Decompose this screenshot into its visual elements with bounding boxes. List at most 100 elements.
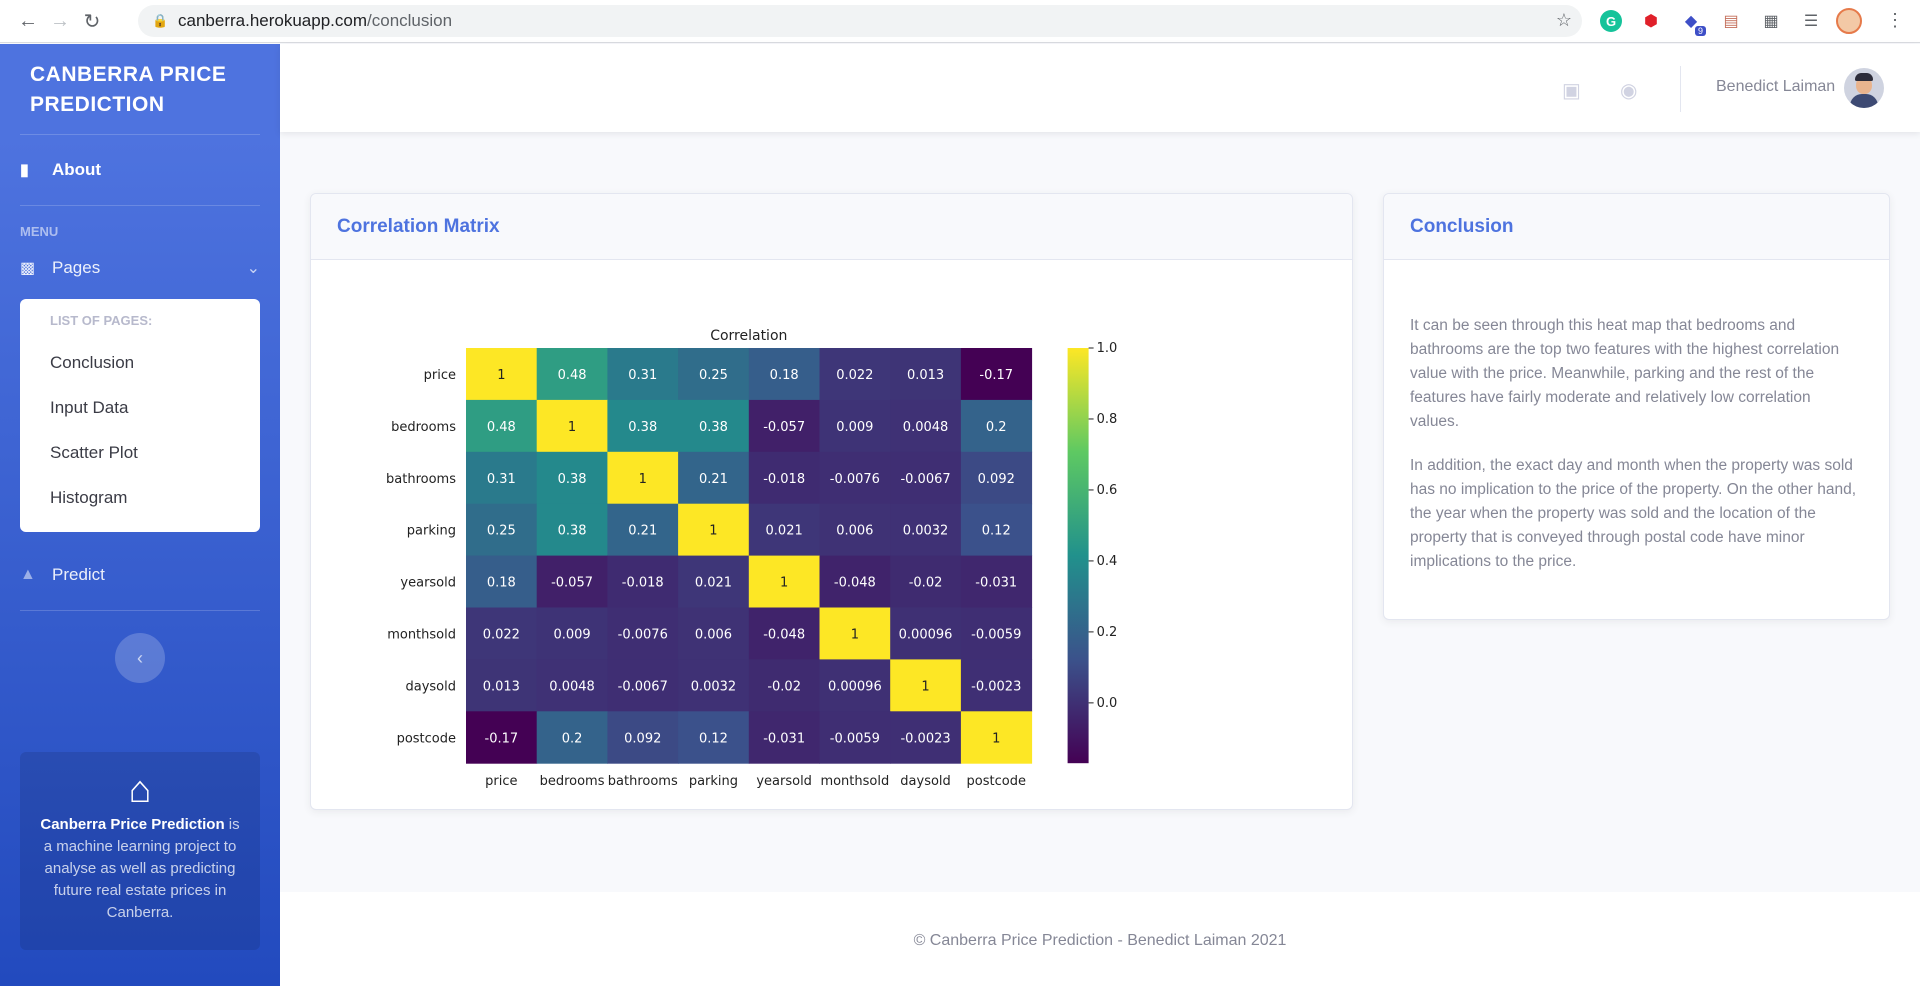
heatmap-cell-label: 0.00096 (828, 679, 882, 694)
collapse-heading: List of Pages: (50, 313, 153, 328)
profile-avatar[interactable] (1836, 8, 1862, 34)
heatmap-cell-label: -0.0076 (830, 472, 880, 487)
y-tick-label: monthsold (387, 627, 456, 642)
heatmap-title: Correlation (710, 328, 787, 344)
sidebar-brand[interactable]: Canberra Price Prediction (0, 44, 280, 134)
heatmap-cell-label: 0.18 (487, 576, 516, 591)
topbar-divider (1680, 66, 1681, 112)
graduation-extension-icon[interactable]: ◆ 9 (1676, 6, 1706, 36)
heatmap-cell-label: -0.031 (975, 576, 1017, 591)
heatmap-cell-label: 0.0032 (691, 679, 737, 694)
sidebar-item-predict[interactable]: ▲ Predict (0, 540, 280, 610)
heatmap-cell-label: 1 (639, 472, 647, 487)
heatmap-cell-label: 0.009 (553, 627, 590, 642)
heatmap-cell-label: -0.0076 (618, 627, 668, 642)
heatmap-cell-label: 0.48 (487, 420, 516, 435)
colorbar-tick-label: 0.6 (1097, 483, 1118, 498)
x-tick-label: parking (689, 774, 738, 789)
linkedin-icon[interactable]: ▣ (1562, 78, 1581, 103)
heatmap-cell-label: 0.2 (986, 420, 1007, 435)
chevron-left-icon: ‹ (137, 647, 143, 668)
y-tick-label: bathrooms (386, 472, 456, 487)
browser-menu-icon[interactable]: ⋮ (1886, 10, 1904, 31)
house-laptop-icon: ⌂ (128, 769, 152, 811)
collapse-item-input-data[interactable]: Input Data (20, 385, 260, 430)
heatmap-cell-label: 0.2 (562, 731, 583, 746)
colorbar-tick-label: 0.2 (1097, 625, 1118, 640)
sidebar-toggle-button[interactable]: ‹ (115, 633, 165, 683)
heatmap-cell-label: -0.0059 (971, 627, 1021, 642)
address-url[interactable]: canberra.herokuapp.com/conclusion (178, 11, 452, 31)
conclusion-card: Conclusion It can be seen through this h… (1383, 193, 1890, 620)
address-bar[interactable]: 🔒 canberra.herokuapp.com/conclusion ☆ (138, 5, 1582, 37)
sidebar-item-pages[interactable]: ▩ Pages ⌄ (0, 245, 280, 291)
heatmap-cell-label: 0.022 (483, 627, 520, 642)
heatmap-cell-label: 0.21 (628, 524, 657, 539)
heatmap-cell-label: 0.31 (628, 368, 657, 383)
sidebar-heading: Menu (20, 224, 59, 239)
chevron-down-icon: ⌄ (246, 260, 260, 277)
heatmap-cell-label: 0.00096 (899, 627, 953, 642)
heatmap-cell-label: 0.0032 (903, 524, 949, 539)
heatmap-cell-label: -0.0023 (971, 679, 1021, 694)
heatmap-cell-label: 0.022 (836, 368, 873, 383)
colorbar-tick-label: 0.0 (1097, 696, 1118, 711)
reload-icon[interactable]: ↻ (76, 5, 108, 37)
correlation-matrix-card: Correlation Matrix Correlation 1 0.48 0.31 0… (310, 193, 1353, 810)
heatmap-cell-label: -0.018 (622, 576, 664, 591)
browser-toolbar: ← → ↻ 🔒 canberra.herokuapp.com/conclusio… (0, 0, 1920, 43)
colorbar-tick-label: 0.8 (1097, 412, 1118, 427)
sidebar-promo-card: ⌂ Canberra Price Prediction is a machine… (20, 752, 260, 950)
heatmap-cell-label: 1 (497, 368, 505, 383)
x-tick-label: price (485, 774, 517, 789)
heatmap-cell-label: -0.048 (834, 576, 876, 591)
calendar-extension-icon[interactable]: ▤ (1716, 6, 1746, 36)
pages-collapse-menu: List of Pages: Conclusion Input Data Sca… (20, 299, 260, 532)
back-icon[interactable]: ← (12, 5, 44, 37)
puzzle-extensions-icon[interactable]: ▦ (1756, 6, 1786, 36)
user-name[interactable]: Benedict Laiman (1716, 78, 1835, 96)
collapse-item-conclusion[interactable]: Conclusion (20, 340, 260, 385)
heatmap-cell-label: -0.0067 (618, 679, 668, 694)
adblock-extension-icon[interactable]: ⬢ (1636, 6, 1666, 36)
correlation-heatmap: Correlation 1 0.48 0.31 0.25 0.18 0.022 0.013 -0… (386, 328, 1118, 789)
card-title: Correlation Matrix (311, 194, 1352, 260)
forward-icon[interactable]: → (44, 5, 76, 37)
promo-brand: Canberra Price Prediction (40, 816, 225, 833)
heatmap-cell-label: 0.25 (699, 368, 728, 383)
footer: © Canberra Price Prediction - Benedict L… (280, 892, 1920, 986)
x-tick-label: daysold (900, 774, 951, 789)
x-tick-label: bathrooms (608, 774, 678, 789)
heatmap-cell-label: -0.018 (763, 472, 805, 487)
heatmap-cell-label: 0.38 (628, 420, 657, 435)
github-icon[interactable]: ◉ (1620, 78, 1637, 103)
conclusion-paragraph-1: It can be seen through this heat map tha… (1410, 317, 1840, 430)
sidebar-item-about[interactable]: ▮ About (0, 135, 280, 205)
grammarly-extension-icon[interactable]: G (1600, 10, 1622, 32)
heatmap-cell-label: 0.25 (487, 524, 516, 539)
sidebar-item-label: About (52, 160, 102, 179)
heatmap-cell-label: -0.057 (551, 576, 593, 591)
lock-icon: 🔒 (152, 13, 169, 28)
chart-area-icon: ▲ (20, 566, 36, 583)
collapse-item-histogram[interactable]: Histogram (20, 475, 260, 520)
bookmark-star-icon[interactable]: ☆ (1556, 10, 1572, 31)
colorbar (1067, 348, 1089, 764)
y-tick-label: price (424, 368, 456, 383)
x-tick-label: postcode (967, 774, 1026, 789)
sidebar-item-label: Pages (52, 258, 101, 277)
heatmap-cell-label: 1 (921, 679, 929, 694)
copyright-text: © Canberra Price Prediction - Benedict L… (913, 932, 1287, 949)
user-avatar[interactable] (1844, 68, 1884, 108)
heatmap-cell-label: -0.0067 (900, 472, 950, 487)
sidebar-item-label: Predict (52, 565, 105, 584)
heatmap-cell-label: -0.048 (763, 627, 805, 642)
heatmap-cell-label: 0.021 (695, 576, 732, 591)
heatmap-cell-label: 0.092 (978, 472, 1015, 487)
sidebar-divider (20, 610, 260, 611)
heatmap-cell-label: -0.17 (979, 368, 1013, 383)
playlist-icon[interactable]: ☰ (1796, 6, 1826, 36)
heatmap-cell-label: -0.17 (485, 731, 519, 746)
heatmap-cell-label: 0.38 (558, 524, 587, 539)
collapse-item-scatter-plot[interactable]: Scatter Plot (20, 430, 260, 475)
